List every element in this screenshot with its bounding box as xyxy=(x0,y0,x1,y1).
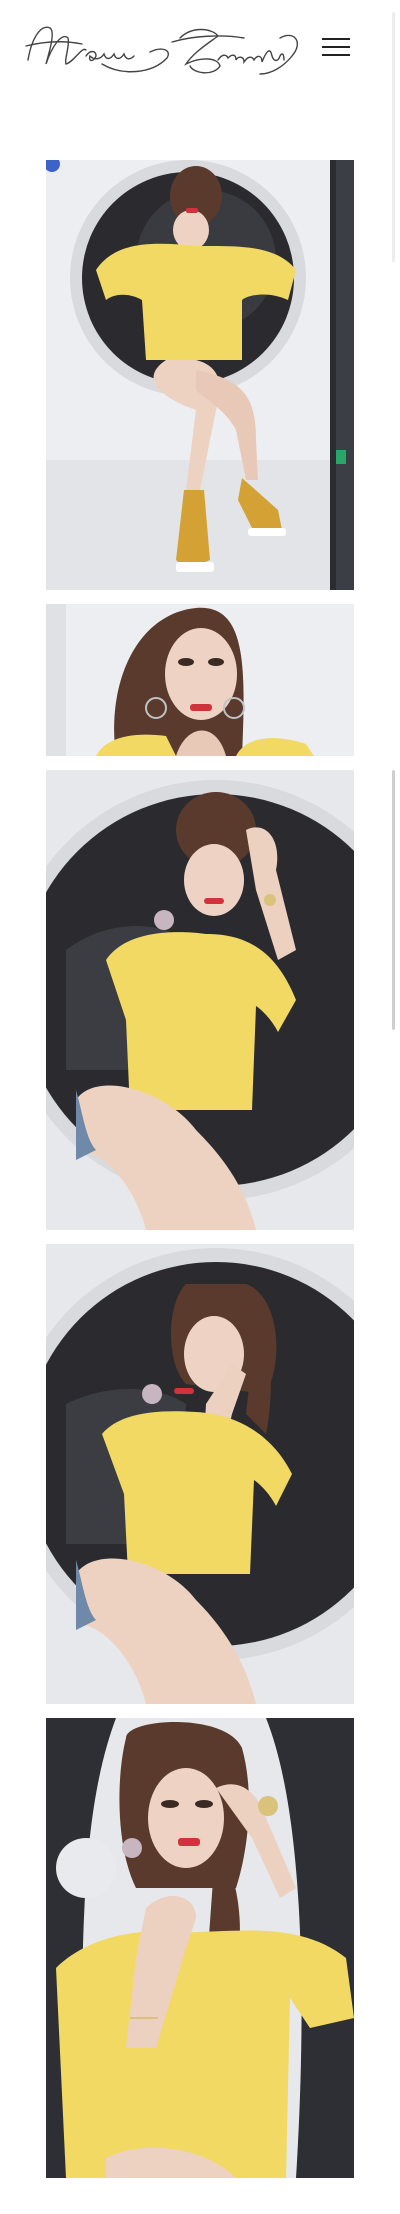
photo-image-icon xyxy=(46,160,354,590)
scroll-track-top xyxy=(392,12,395,262)
photo-portrait-closeup[interactable] xyxy=(46,604,354,756)
site-logo[interactable] xyxy=(22,16,302,82)
photo-image-icon xyxy=(46,604,354,756)
menu-button[interactable] xyxy=(316,30,356,64)
photo-portrait-hand-on-chin[interactable] xyxy=(46,1718,354,2178)
menu-bar-bottom xyxy=(322,54,350,56)
scrollbar-thumb[interactable] xyxy=(392,770,395,1030)
photo-image-icon xyxy=(46,1244,354,1704)
signature-logo-icon xyxy=(25,26,298,75)
photo-seated-in-drum-hand-in-hair[interactable] xyxy=(46,1244,354,1704)
photo-seated-in-drum-smiling[interactable] xyxy=(46,770,354,1230)
photo-washing-machine-sitting-full[interactable] xyxy=(46,160,354,590)
photo-image-icon xyxy=(46,1718,354,2178)
menu-bar-middle xyxy=(322,46,350,48)
photo-image-icon xyxy=(46,770,354,1230)
site-header xyxy=(0,0,400,100)
hamburger-menu-icon xyxy=(322,38,350,40)
